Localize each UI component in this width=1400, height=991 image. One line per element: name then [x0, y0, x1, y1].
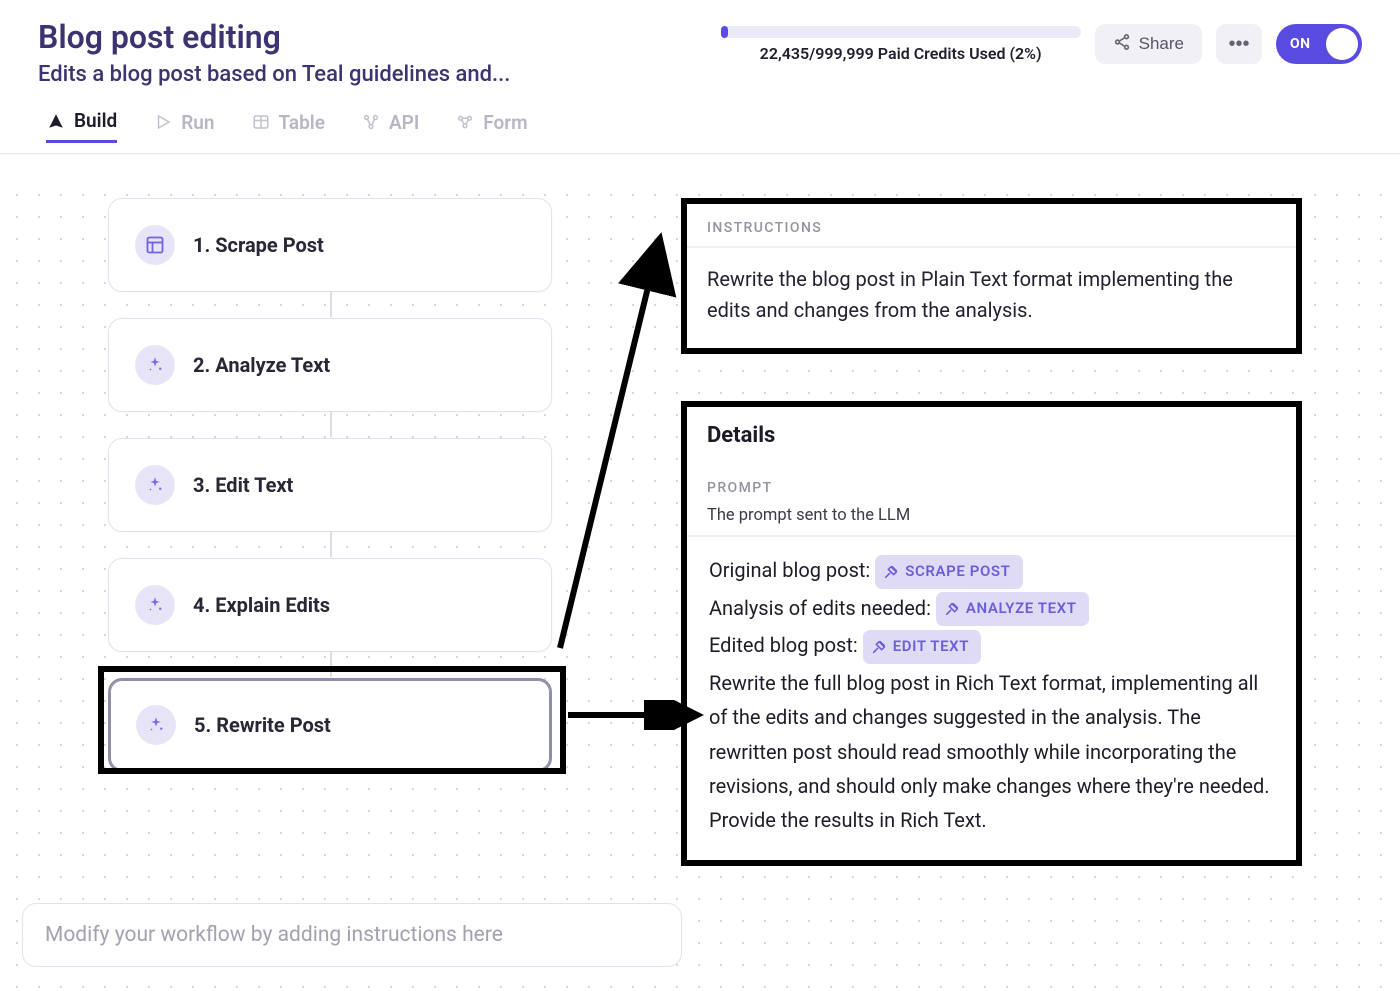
section-label: INSTRUCTIONS: [687, 204, 1296, 246]
prompt-line: Analysis of edits needed: ANALYZE TEXT: [709, 591, 1274, 627]
badge-label: ANALYZE TEXT: [966, 596, 1077, 622]
node-title: 2. Analyze Text: [193, 353, 330, 377]
credits-text: 22,435/999,999 Paid Credits Used (2%): [721, 44, 1081, 63]
credit-progress-bar: [721, 26, 1081, 38]
variable-badge-edit-text[interactable]: EDIT TEXT: [863, 630, 981, 664]
form-icon: [455, 112, 475, 132]
modify-input[interactable]: Modify your workflow by adding instructi…: [22, 903, 682, 967]
sparkle-icon: [135, 345, 175, 385]
instructions-body: Rewrite the blog post in Plain Text form…: [687, 246, 1296, 348]
enable-toggle[interactable]: ON: [1276, 24, 1362, 64]
credits-block: 22,435/999,999 Paid Credits Used (2%): [721, 26, 1081, 63]
variable-badge-analyze-text[interactable]: ANALYZE TEXT: [936, 592, 1089, 626]
build-icon: [46, 111, 66, 131]
more-button[interactable]: •••: [1216, 24, 1262, 64]
toggle-label: ON: [1290, 36, 1311, 52]
connector: [330, 411, 332, 437]
tab-api[interactable]: API: [361, 109, 419, 143]
workflow-node-rewrite-post[interactable]: 5. Rewrite Post: [108, 678, 552, 772]
connector: [330, 531, 332, 557]
prompt-body: Original blog post: SCRAPE POST Analysis…: [687, 535, 1296, 860]
node-title: 3. Edit Text: [193, 473, 293, 497]
share-button[interactable]: Share: [1095, 24, 1202, 64]
details-panel: Details PROMPT The prompt sent to the LL…: [681, 401, 1302, 866]
tab-table[interactable]: Table: [251, 109, 325, 143]
connector: [330, 651, 332, 677]
share-label: Share: [1139, 34, 1184, 54]
layout-icon: [135, 225, 175, 265]
tab-label: Run: [181, 111, 214, 134]
tab-label: Table: [279, 111, 325, 134]
connector: [330, 291, 332, 317]
dots-icon: •••: [1228, 33, 1249, 55]
variable-badge-scrape-post[interactable]: SCRAPE POST: [875, 555, 1022, 589]
play-icon: [153, 112, 173, 132]
page-subtitle: Edits a blog post based on Teal guidelin…: [38, 62, 721, 87]
details-heading: Details: [687, 407, 1296, 456]
tab-build[interactable]: Build: [46, 109, 117, 143]
tab-label: Form: [483, 111, 527, 134]
section-label: PROMPT: [687, 456, 1296, 506]
share-icon: [1113, 33, 1131, 56]
instructions-panel: INSTRUCTIONS Rewrite the blog post in Pl…: [681, 198, 1302, 354]
sparkle-icon: [136, 705, 176, 745]
tab-label: API: [389, 111, 419, 134]
prompt-paragraph: Rewrite the full blog post in Rich Text …: [709, 666, 1274, 804]
credit-progress-fill: [721, 26, 728, 38]
badge-label: SCRAPE POST: [905, 559, 1010, 585]
sparkle-icon: [135, 585, 175, 625]
prompt-line: Edited blog post: EDIT TEXT: [709, 628, 1274, 664]
node-title: 5. Rewrite Post: [194, 713, 331, 737]
prompt-line: Original blog post: SCRAPE POST: [709, 553, 1274, 589]
api-icon: [361, 112, 381, 132]
node-title: 1. Scrape Post: [193, 233, 324, 257]
modify-placeholder: Modify your workflow by adding instructi…: [45, 923, 503, 947]
tab-form[interactable]: Form: [455, 109, 527, 143]
prompt-text: Analysis of edits needed:: [709, 596, 936, 620]
workflow-node-explain-edits[interactable]: 4. Explain Edits: [108, 558, 552, 652]
node-title: 4. Explain Edits: [193, 593, 330, 617]
table-icon: [251, 112, 271, 132]
page-title: Blog post editing: [38, 18, 721, 56]
prompt-description: The prompt sent to the LLM: [687, 506, 1296, 535]
workflow-node-edit-text[interactable]: 3. Edit Text: [108, 438, 552, 532]
workflow-canvas[interactable]: 1. Scrape Post 2. Analyze Text 3. Edit T…: [0, 178, 1400, 991]
prompt-text: Edited blog post:: [709, 633, 863, 657]
workflow-node-scrape-post[interactable]: 1. Scrape Post: [108, 198, 552, 292]
badge-label: EDIT TEXT: [893, 634, 969, 660]
tab-run[interactable]: Run: [153, 109, 214, 143]
prompt-text: Original blog post:: [709, 558, 875, 582]
tab-bar: Build Run Table API Form: [0, 87, 1400, 154]
toggle-knob: [1326, 28, 1358, 60]
prompt-paragraph: Provide the results in Rich Text.: [709, 803, 1274, 837]
workflow-node-analyze-text[interactable]: 2. Analyze Text: [108, 318, 552, 412]
tab-label: Build: [74, 109, 117, 132]
sparkle-icon: [135, 465, 175, 505]
